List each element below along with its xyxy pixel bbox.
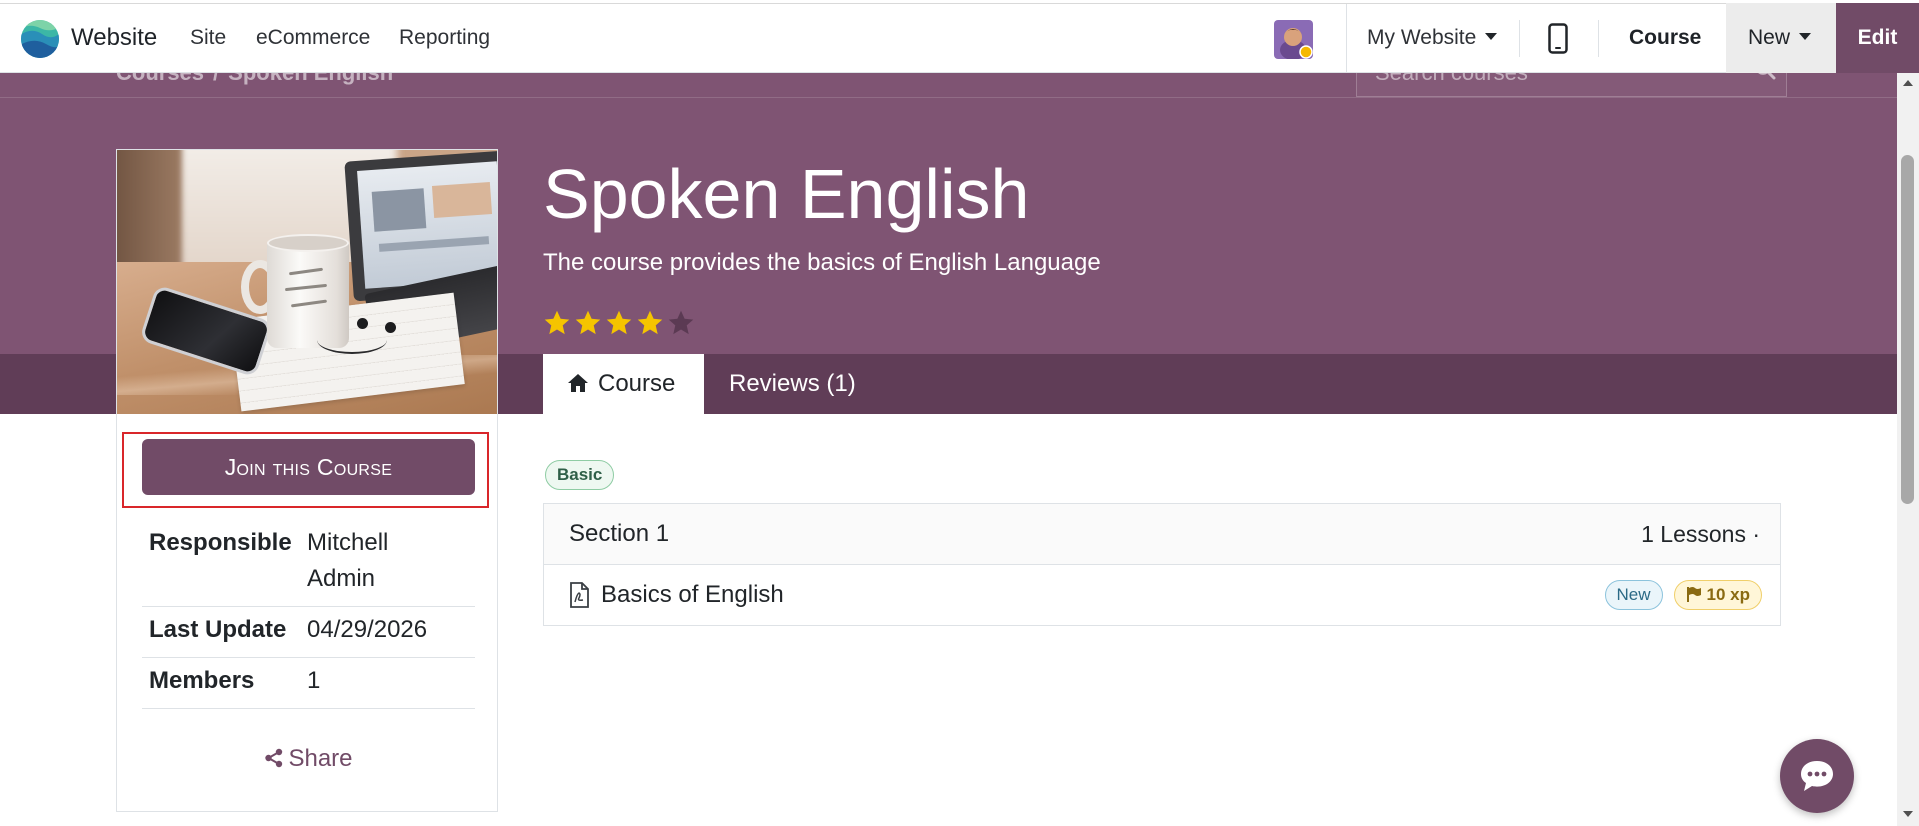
breadcrumb-separator: / [213,73,219,85]
app-title[interactable]: Website [71,4,157,72]
tab-course[interactable]: Course [543,354,704,414]
menu-ecommerce[interactable]: eCommerce [256,4,370,72]
course-menu-button[interactable]: Course [1629,4,1701,72]
star-empty-icon [667,309,695,337]
navbar-divider [1346,4,1347,72]
course-cover-image [117,150,497,414]
edit-button[interactable]: Edit [1836,3,1919,73]
info-label: Members [149,667,255,694]
course-tag-badge[interactable]: Basic [545,460,615,490]
star-filled-icon [574,309,602,337]
xp-badge: 10 xp [1673,580,1762,610]
info-value: 04/29/2026 [307,616,428,643]
search-input[interactable]: Search courses [1356,73,1787,97]
share-icon [265,748,283,767]
new-button[interactable]: New [1726,3,1836,73]
menu-site[interactable]: Site [190,4,226,72]
new-badge: New [1604,580,1663,610]
course-sidebar-card: Join this Course Responsible Mitchell Ad… [116,149,498,812]
lesson-title[interactable]: Basics of English [601,565,784,625]
new-button-label: New [1748,26,1791,49]
info-value: Mitchell Admin [307,529,389,592]
home-icon [568,373,588,392]
tab-reviews[interactable]: Reviews (1) [729,354,856,414]
info-row-last-update: Last Update 04/29/2026 [142,607,475,658]
info-row-responsible: Responsible Mitchell Admin [142,520,475,607]
search-placeholder: Search courses [1375,73,1528,84]
info-label: Responsible [149,529,292,556]
section-header[interactable]: Section 1 1 Lessons · [544,504,1780,565]
website-logo-icon[interactable] [20,19,60,59]
course-description: The course provides the basics of Englis… [543,249,1101,276]
website-selector[interactable]: My Website [1367,4,1498,72]
mobile-phone-icon[interactable] [1548,23,1568,54]
breadcrumb-current: Spoken English [228,73,393,85]
xp-badge-label: 10 xp [1706,585,1750,604]
lesson-badges: New 10 xp [1594,580,1762,610]
menu-reporting[interactable]: Reporting [399,4,490,72]
section-lesson-count: 1 Lessons · [1641,521,1760,547]
chevron-down-icon [1799,32,1812,40]
top-navbar: Website Site eCommerce Reporting My Webs… [0,3,1919,73]
flag-icon [1686,586,1701,602]
tab-course-label: Course [598,370,676,397]
search-icon[interactable] [1754,73,1776,80]
navbar-divider [1598,20,1599,57]
course-info-table: Responsible Mitchell Admin Last Update 0… [142,520,475,709]
share-link[interactable]: Share [142,741,475,777]
info-value: 1 [307,667,321,694]
page-scrollbar[interactable] [1897,73,1919,826]
star-filled-icon [543,309,571,337]
join-course-button[interactable]: Join this Course [142,439,475,495]
pdf-file-icon [570,582,589,608]
navbar-divider [1519,20,1520,57]
user-avatar[interactable] [1274,20,1313,59]
chevron-down-icon [1485,32,1498,40]
chat-icon [1801,761,1833,791]
course-rating [543,309,698,337]
lesson-row[interactable]: Basics of English New 10 xp [544,565,1780,625]
star-filled-icon [605,309,633,337]
breadcrumb-divider [0,97,1897,98]
breadcrumb: Courses / Spoken English [116,73,402,84]
breadcrumb-root[interactable]: Courses [116,73,204,85]
section-title: Section 1 [569,520,670,547]
scrollbar-thumb[interactable] [1901,155,1914,504]
share-label: Share [288,745,353,772]
course-section: Section 1 1 Lessons · Basics of English … [543,503,1781,626]
scroll-down-arrow-icon[interactable] [1903,811,1913,817]
website-selector-label: My Website [1367,26,1477,49]
star-filled-icon [636,309,664,337]
live-chat-button[interactable] [1780,739,1854,813]
info-label: Last Update [149,616,287,643]
course-title: Spoken English [543,155,1030,233]
scroll-up-arrow-icon[interactable] [1903,80,1913,86]
info-row-members: Members 1 [142,658,475,709]
